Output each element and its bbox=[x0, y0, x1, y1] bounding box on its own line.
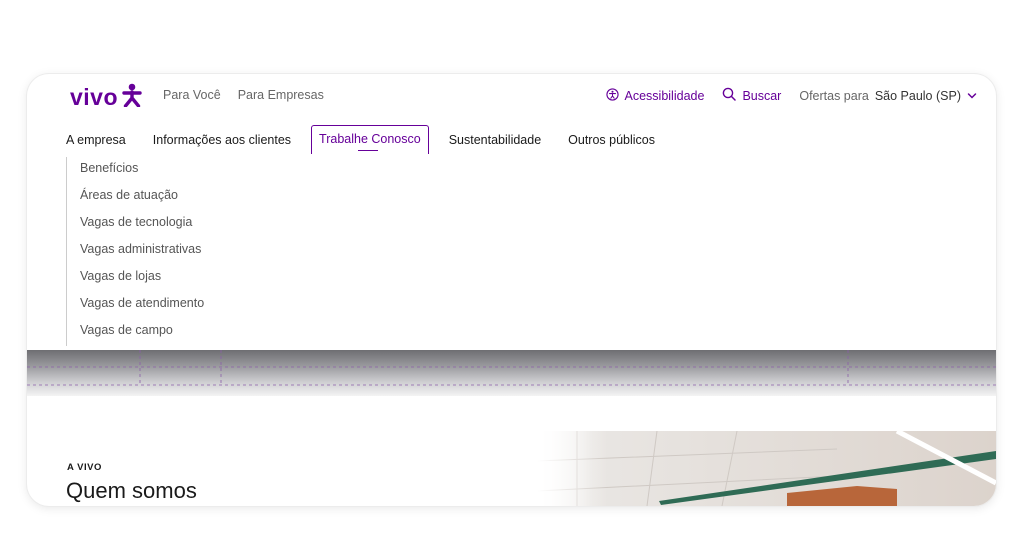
chevron-down-icon bbox=[967, 89, 977, 103]
top-nav: Para Você Para Empresas bbox=[163, 88, 324, 102]
offers-label: Ofertas para bbox=[799, 88, 869, 103]
main-nav-trabalhe-conosco[interactable]: Trabalhe Conosco bbox=[311, 125, 429, 154]
submenu-item-beneficios[interactable]: Benefícios bbox=[80, 157, 204, 184]
top-nav-para-voce[interactable]: Para Você bbox=[163, 88, 221, 102]
submenu-item-vagas-administrativas[interactable]: Vagas administrativas bbox=[80, 238, 204, 265]
hero-image-strip bbox=[27, 350, 996, 396]
top-nav-para-empresas[interactable]: Para Empresas bbox=[238, 88, 324, 102]
section-eyebrow: A VIVO bbox=[67, 462, 102, 473]
main-nav-outros-publicos[interactable]: Outros públicos bbox=[561, 126, 662, 154]
accessibility-link[interactable]: Acessibilidade bbox=[605, 87, 705, 104]
office-photo bbox=[537, 431, 996, 506]
search-label: Buscar bbox=[742, 88, 782, 103]
main-nav-informacoes-aos-clientes[interactable]: Informações aos clientes bbox=[146, 126, 298, 154]
search-link[interactable]: Buscar bbox=[722, 87, 781, 104]
submenu-item-areas-de-atuacao[interactable]: Áreas de atuação bbox=[80, 184, 204, 211]
utility-bar: Acessibilidade Buscar Ofertas para São P… bbox=[605, 87, 977, 104]
main-nav-sustentabilidade[interactable]: Sustentabilidade bbox=[442, 126, 548, 154]
city-value: São Paulo (SP) bbox=[874, 88, 961, 103]
section-title: Quem somos bbox=[66, 478, 197, 503]
accessibility-icon bbox=[605, 87, 619, 104]
browser-frame: vivo Para Você Para Empresas Acessibilid… bbox=[27, 74, 996, 506]
trabalhe-conosco-submenu: Benefícios Áreas de atuação Vagas de tec… bbox=[66, 157, 204, 346]
main-nav-a-empresa[interactable]: A empresa bbox=[59, 126, 133, 154]
main-nav: A empresa Informações aos clientes Traba… bbox=[59, 125, 675, 154]
submenu-item-vagas-de-lojas[interactable]: Vagas de lojas bbox=[80, 265, 204, 292]
submenu-item-vagas-de-tecnologia[interactable]: Vagas de tecnologia bbox=[80, 211, 204, 238]
submenu-item-vagas-de-campo[interactable]: Vagas de campo bbox=[80, 319, 204, 346]
vivo-logo[interactable]: vivo bbox=[70, 83, 142, 112]
logo-text: vivo bbox=[70, 84, 119, 110]
accessibility-label: Acessibilidade bbox=[624, 88, 705, 103]
search-icon bbox=[722, 87, 737, 104]
vivo-figure-icon bbox=[122, 83, 142, 112]
submenu-item-vagas-de-atendimento[interactable]: Vagas de atendimento bbox=[80, 292, 204, 319]
region-selector[interactable]: Ofertas para São Paulo (SP) bbox=[799, 89, 977, 103]
